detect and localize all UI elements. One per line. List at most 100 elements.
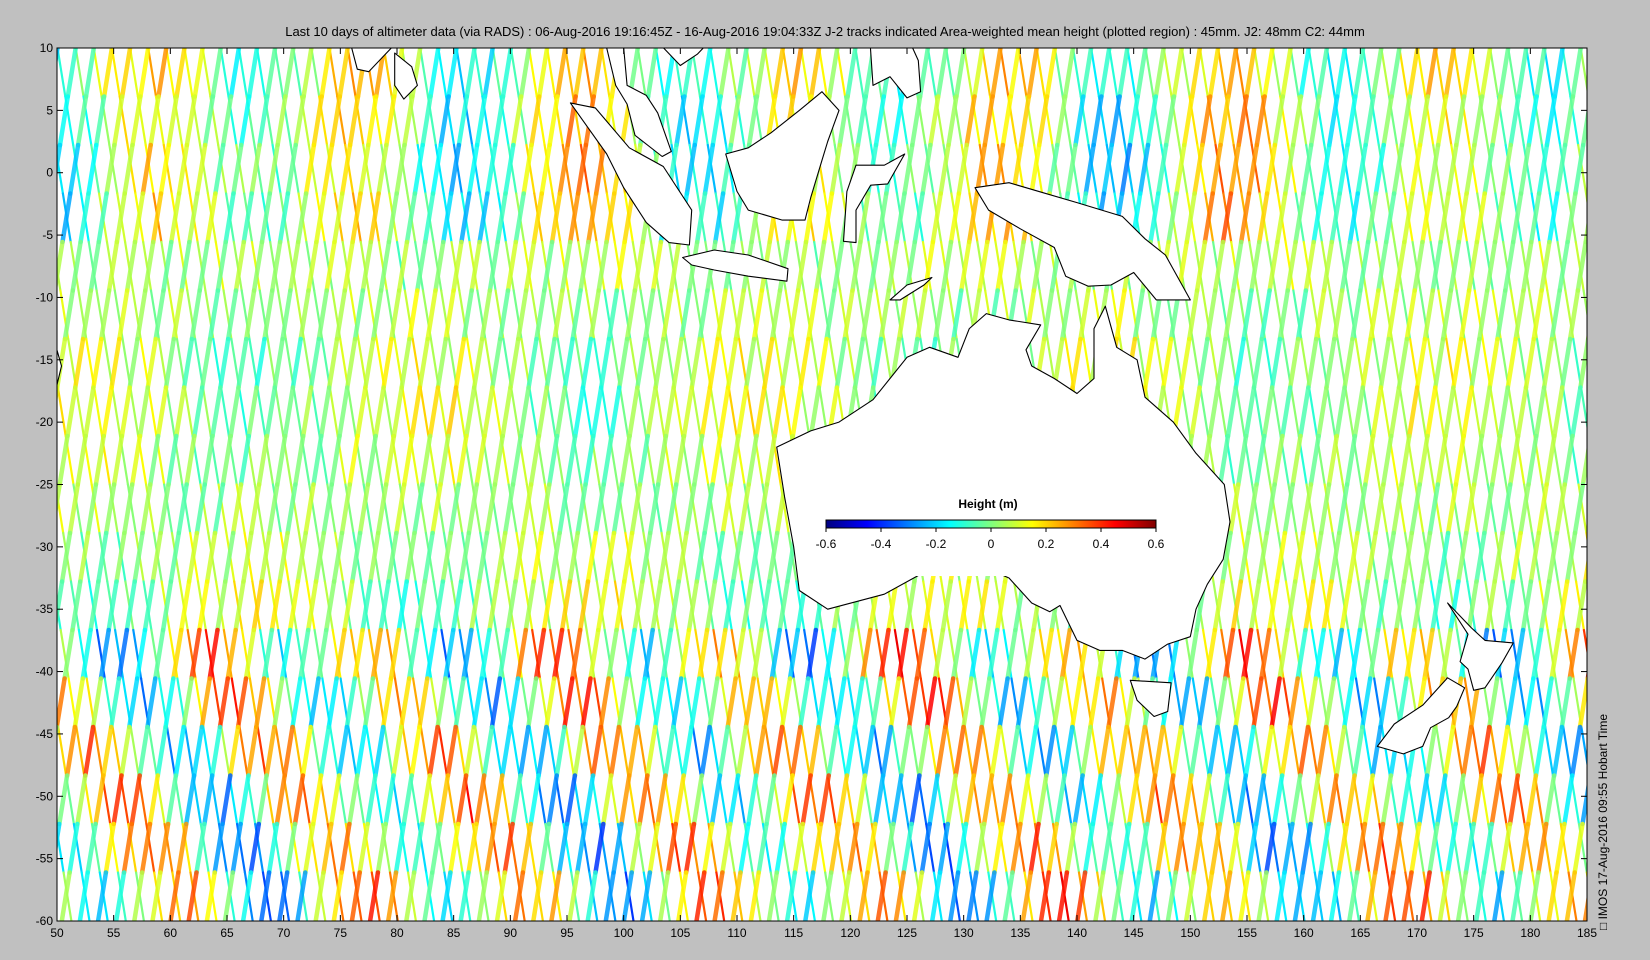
colorbar-tick-label: 0.4 [1093, 537, 1110, 551]
track-segment [1645, 48, 1650, 97]
track-segment [1612, 582, 1620, 631]
track-segment [39, 679, 47, 728]
track-segment [39, 48, 47, 97]
x-tick-label: 155 [1237, 926, 1257, 940]
track-segment [6, 97, 14, 146]
track-segment [18, 242, 26, 291]
track-segment [1609, 48, 1617, 97]
track-segment [1621, 873, 1629, 922]
track-segment [1615, 485, 1623, 534]
y-tick-label: -35 [36, 602, 54, 616]
x-tick-label: 95 [560, 926, 574, 940]
track-segment [1602, 291, 1610, 340]
track-segment [1640, 533, 1648, 582]
track-segment [1617, 48, 1625, 97]
track-segment [20, 824, 28, 873]
x-tick-label: 185 [1577, 926, 1597, 940]
track-segment [1618, 727, 1626, 776]
track-segment [0, 436, 1, 485]
track-segment [1606, 291, 1614, 340]
x-tick-label: 135 [1010, 926, 1030, 940]
track-segment [1594, 242, 1602, 291]
track-segment [1622, 194, 1630, 243]
track-segment [12, 776, 20, 825]
track-segment [1614, 582, 1622, 631]
track-segment [9, 194, 17, 243]
x-tick-label: 75 [334, 926, 348, 940]
track-segment [0, 48, 3, 97]
track-segment [0, 339, 4, 388]
track-segment [19, 485, 27, 534]
track-segment [1646, 339, 1650, 388]
x-tick-label: 100 [614, 926, 634, 940]
track-segment [1629, 485, 1637, 534]
track-segment [1589, 97, 1597, 146]
track-segment [1602, 630, 1610, 679]
track-segment [1625, 436, 1633, 485]
y-tick-label: -50 [36, 789, 54, 803]
track-segment [21, 48, 29, 97]
x-tick-label: 90 [504, 926, 518, 940]
track-segment [27, 533, 35, 582]
x-tick-label: 65 [220, 926, 234, 940]
x-tick-label: 145 [1124, 926, 1144, 940]
track-segment [0, 776, 1, 825]
track-segment [0, 242, 6, 291]
track-segment [26, 533, 34, 582]
track-segment [22, 727, 30, 776]
track-segment [1, 824, 9, 873]
track-segment [17, 582, 25, 631]
track-segment [1631, 582, 1639, 631]
track-segment [7, 873, 15, 922]
track-segment [23, 436, 31, 485]
track-segment [0, 145, 6, 194]
track-segment [4, 388, 12, 437]
track-segment [1591, 48, 1599, 97]
x-tick-label: 165 [1350, 926, 1370, 940]
track-segment [32, 48, 40, 97]
track-segment [1644, 776, 1650, 825]
colorbar-gradient [825, 519, 1157, 529]
credit-text: □ IMOS 17-Aug-2016 09:55 Hobart Time [1596, 713, 1610, 930]
y-tick-label: -10 [36, 290, 54, 304]
track-segment [14, 339, 22, 388]
track-segment [16, 145, 24, 194]
y-tick-label: 0 [46, 166, 53, 180]
track-segment [6, 291, 14, 340]
track-segment [1627, 48, 1635, 97]
track-segment [1625, 97, 1633, 146]
track-segment [1593, 485, 1601, 534]
track-segment [13, 48, 21, 97]
track-segment [25, 630, 33, 679]
track-segment [1619, 776, 1627, 825]
track-segment [1625, 291, 1633, 340]
track-segment [1596, 145, 1604, 194]
track-segment [5, 776, 13, 825]
track-segment [1597, 485, 1605, 534]
track-segment [1617, 339, 1625, 388]
track-segment [19, 145, 27, 194]
track-segment [1611, 824, 1619, 873]
track-segment [24, 291, 32, 340]
track-segment [4, 727, 12, 776]
track-segment [1620, 291, 1628, 340]
track-segment [1606, 630, 1614, 679]
track-segment [3, 339, 11, 388]
colorbar-tick-label: 0.2 [1038, 537, 1055, 551]
x-tick-label: 60 [164, 926, 178, 940]
track-segment [1635, 48, 1643, 97]
colorbar-tick-label: -0.2 [926, 537, 947, 551]
track-segment [1640, 194, 1648, 243]
track-segment [8, 194, 16, 243]
track-segment [21, 339, 29, 388]
track-segment [1623, 873, 1631, 922]
y-tick-label: -5 [42, 228, 53, 242]
track-segment [13, 727, 21, 776]
track-segment [0, 485, 5, 534]
track-segment [1585, 332, 1587, 341]
track-segment [1619, 436, 1627, 485]
track-segment [1620, 630, 1628, 679]
track-segment [1599, 388, 1607, 437]
y-tick-label: -15 [36, 353, 54, 367]
track-segment [1641, 194, 1649, 243]
